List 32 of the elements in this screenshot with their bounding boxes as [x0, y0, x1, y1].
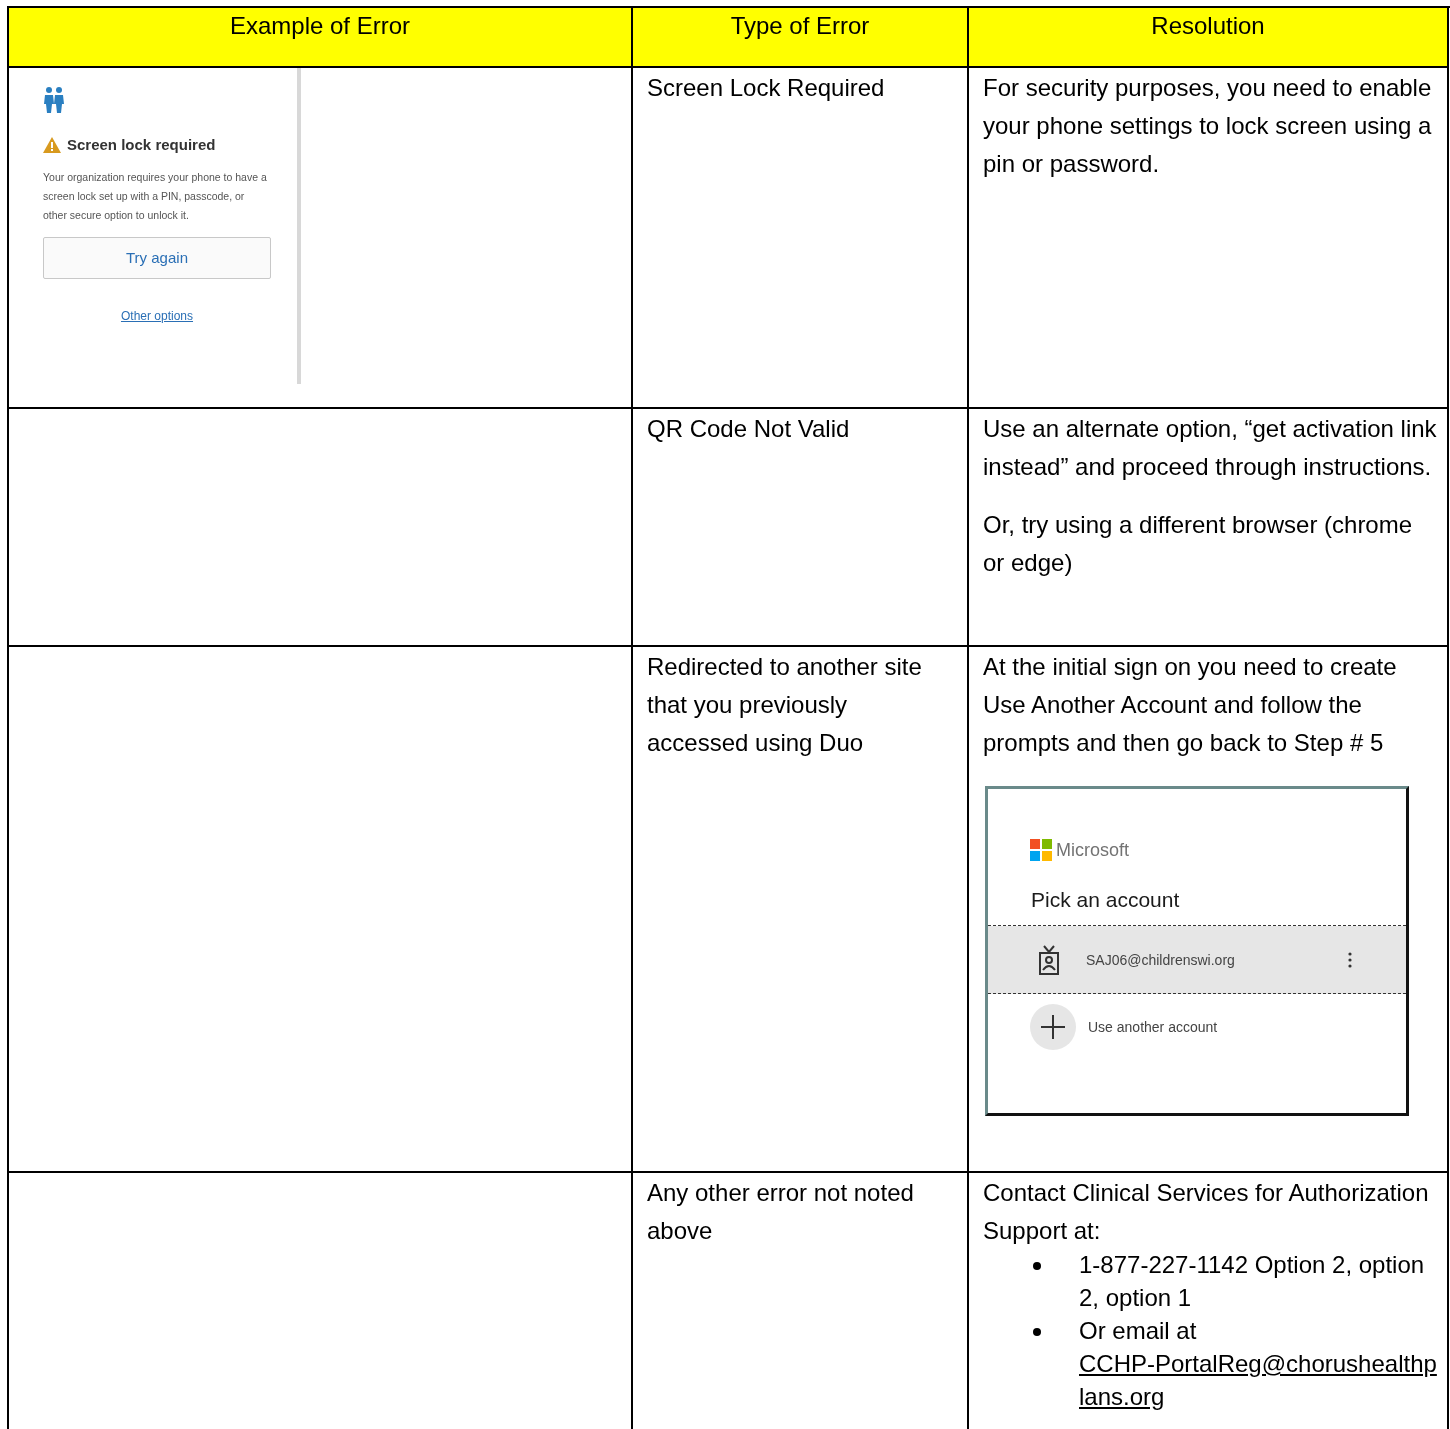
account-email: SAJ06@childrenswi.org	[1086, 950, 1236, 970]
more-icon[interactable]	[1348, 951, 1352, 968]
column-header: Type of Error	[633, 8, 969, 68]
warning-icon	[43, 137, 61, 153]
brand-name: Microsoft	[1056, 839, 1129, 862]
column-header: Resolution	[969, 8, 1449, 68]
resolution-text: Contact Clinical Services for Authorization Support at:	[983, 1178, 1430, 1246]
email-link[interactable]: CCHP-PortalReg@chorushealthplans.org	[1079, 1347, 1437, 1413]
bullet-icon	[1033, 1262, 1041, 1270]
badge-icon	[1038, 943, 1060, 976]
error-type: QR Code Not Valid	[647, 414, 851, 444]
other-options-link[interactable]: Other options	[120, 297, 193, 335]
people-icon	[43, 86, 65, 114]
dialog-message: Your organization requires your phone to have a screen lock set up with a PIN, passcode, or other secure option to unlock it.	[43, 170, 268, 223]
error-type: Screen Lock Required	[647, 73, 886, 103]
bullet-text: 1-877-227-1142 Option 2, option 2, option 1	[1079, 1250, 1426, 1313]
try-again-button[interactable]: Try again	[43, 237, 271, 279]
dialog-title: Screen lock required	[67, 135, 216, 155]
logo-icon	[1030, 839, 1052, 861]
bullet-text: Or email at CCHP-PortalReg@chorushealthplans.org	[1079, 1314, 1437, 1413]
error-type: Redirected to another site that you previously accessed using Duo	[647, 652, 923, 758]
resolution-text: Or, try using a different browser (chrome or edge)	[983, 510, 1414, 578]
plus-icon[interactable]	[1030, 1004, 1076, 1050]
resolution-text: For security purposes, you need to enable your phone settings to lock screen using a pin or password.	[983, 73, 1433, 179]
resolution-text: At the initial sign on you need to create Use Another Account and follow the prompts and then go back to Step # 5	[983, 652, 1398, 758]
picker-heading: Pick an account	[1030, 887, 1180, 913]
error-type: Any other error not noted above	[647, 1178, 915, 1246]
use-another-account-link[interactable]: Use another account	[1088, 1008, 1218, 1046]
resolution-text: Use an alternate option, “get activation link instead” and proceed through instructions.	[983, 414, 1437, 482]
bullet-icon	[1033, 1328, 1041, 1336]
column-header: Example of Error	[9, 8, 633, 68]
account-row[interactable]: SAJ06@childrenswi.org	[988, 926, 1406, 994]
